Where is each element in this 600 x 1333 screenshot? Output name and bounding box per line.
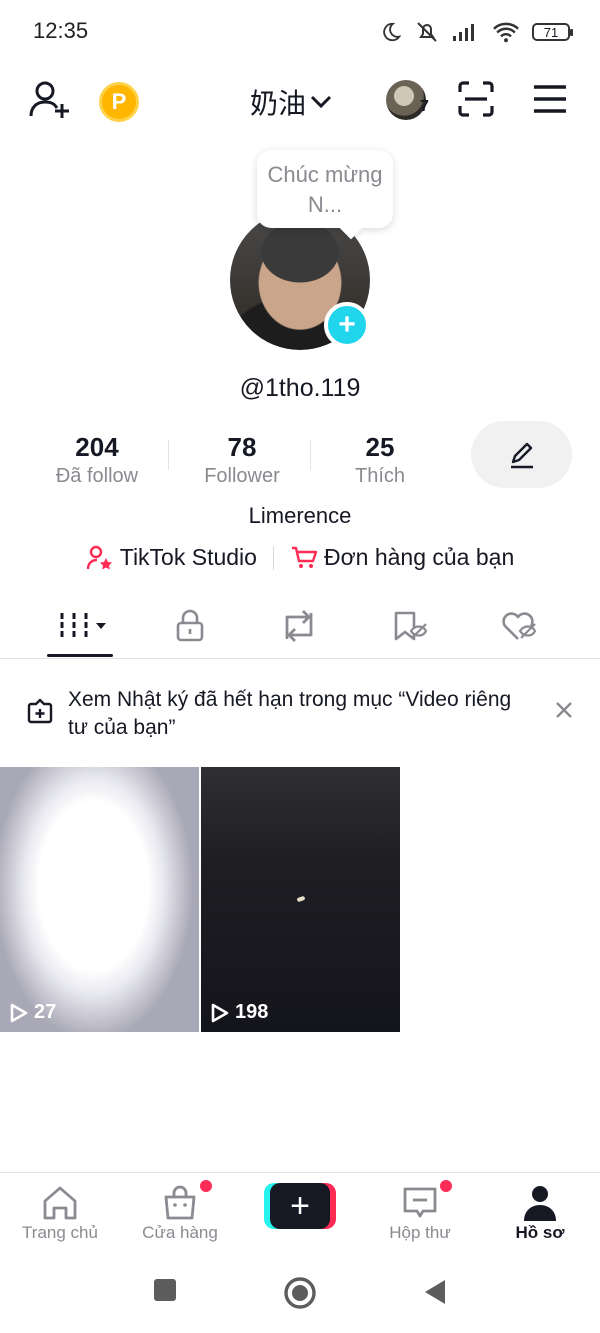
home-icon (43, 1186, 77, 1220)
account-switcher[interactable]: 奶油 (250, 82, 332, 122)
square-icon (154, 1279, 176, 1301)
following-label: Đã follow (55, 465, 139, 487)
cart-icon (291, 546, 318, 568)
notification-count: 7 (420, 98, 429, 115)
nav-inbox-label: Hộp thư (389, 1223, 451, 1242)
back-button[interactable] (423, 1278, 447, 1311)
link-divider (272, 545, 274, 570)
notice-text: Xem Nhật ký đã hết hạn trong mục “Video … (68, 688, 512, 739)
create-button[interactable]: + (264, 1183, 336, 1229)
nav-inbox[interactable]: Hộp thư (365, 1179, 475, 1243)
diary-notice[interactable]: Xem Nhật ký đã hết hạn trong mục “Video … (26, 686, 574, 742)
nav-shop-label: Cửa hàng (142, 1223, 218, 1242)
create-icon: + (270, 1183, 330, 1229)
view-count: 198 (211, 1001, 268, 1024)
likes-label: Thích (354, 465, 406, 487)
inbox-badge-dot (439, 1179, 453, 1193)
video-thumbnail[interactable]: 27 (0, 767, 199, 1032)
play-icon (10, 1003, 28, 1022)
grid-icon (60, 613, 106, 639)
scan-icon (458, 81, 494, 117)
story-tooltip[interactable]: Chúc mừng N... (257, 150, 393, 228)
view-count-value: 198 (235, 1001, 269, 1023)
add-user-icon (29, 81, 69, 118)
add-diary-icon (27, 698, 53, 724)
tab-liked[interactable] (489, 604, 549, 648)
orders-link[interactable]: Đơn hàng của bạn (290, 544, 514, 571)
mute-icon (417, 22, 437, 42)
menu-button[interactable] (532, 84, 568, 114)
add-friend-button[interactable] (28, 80, 72, 120)
creator-star-icon (86, 545, 112, 569)
circle-icon (284, 1277, 316, 1309)
edit-profile-button[interactable] (471, 421, 572, 488)
shop-badge-dot (199, 1179, 213, 1193)
username: @1tho.119 (239, 374, 361, 402)
tab-videos[interactable] (55, 604, 115, 648)
status-time: 12:35 (33, 18, 89, 43)
following-count: 204 (75, 432, 119, 462)
tab-reposts[interactable] (269, 604, 329, 648)
profile-links: TikTok Studio Đơn hàng của bạn (0, 544, 600, 571)
bio-text: Limerence (248, 503, 352, 528)
recent-apps-button[interactable] (153, 1278, 177, 1307)
video-thumbnail[interactable]: 198 (201, 767, 400, 1032)
tab-saved[interactable] (380, 604, 440, 648)
profile-icon (524, 1186, 556, 1221)
play-icon (211, 1003, 229, 1022)
add-story-button[interactable]: + (324, 302, 370, 348)
nav-profile-label: Hồ sơ (515, 1223, 565, 1242)
nav-shop[interactable]: Cửa hàng (125, 1179, 235, 1243)
stat-divider (168, 440, 169, 470)
tiktok-studio-label: TikTok Studio (119, 544, 257, 570)
back-triangle-icon (425, 1280, 445, 1304)
home-system-button[interactable] (283, 1276, 317, 1315)
stat-divider (310, 440, 311, 470)
followers-stat[interactable]: 78 Follower (182, 432, 302, 488)
close-icon (556, 702, 572, 718)
account-name: 奶油 (250, 88, 307, 119)
pencil-icon (510, 442, 533, 468)
likes-count: 25 (365, 432, 395, 462)
battery-indicator: 71 (532, 23, 573, 41)
followers-count: 78 (227, 432, 257, 462)
view-count-value: 27 (34, 1001, 57, 1023)
following-stat[interactable]: 204 Đã follow (38, 432, 156, 488)
orders-label: Đơn hàng của bạn (323, 544, 515, 570)
nav-profile[interactable]: Hồ sơ (485, 1183, 595, 1243)
plus-icon: + (338, 308, 356, 341)
inbox-icon (403, 1187, 437, 1218)
active-tab-indicator (47, 654, 113, 657)
scan-button[interactable] (457, 80, 495, 118)
coin-button[interactable]: P (99, 82, 139, 122)
hamburger-icon (534, 85, 566, 113)
chevron-down-icon (310, 95, 332, 109)
status-icons: 71 (380, 20, 573, 44)
signal-icon (453, 24, 474, 41)
liked-icon (502, 612, 537, 640)
view-count: 27 (10, 1001, 56, 1024)
nav-home-label: Trang chủ (22, 1223, 98, 1242)
do-not-disturb-icon (383, 22, 402, 42)
repost-icon (285, 610, 313, 642)
saved-icon (394, 611, 428, 641)
followers-label: Follower (204, 465, 280, 487)
bottom-nav-divider (0, 1172, 600, 1173)
lock-icon (176, 609, 204, 642)
light-speck (296, 895, 306, 903)
tiktok-studio-link[interactable]: TikTok Studio (86, 544, 257, 571)
nav-home[interactable]: Trang chủ (5, 1183, 115, 1243)
likes-stat[interactable]: 25 Thích (330, 432, 430, 488)
close-notice-button[interactable] (554, 700, 574, 725)
wifi-icon (493, 22, 519, 43)
tabs-divider (0, 658, 600, 659)
tab-private[interactable] (160, 604, 220, 648)
shop-icon (164, 1185, 196, 1220)
